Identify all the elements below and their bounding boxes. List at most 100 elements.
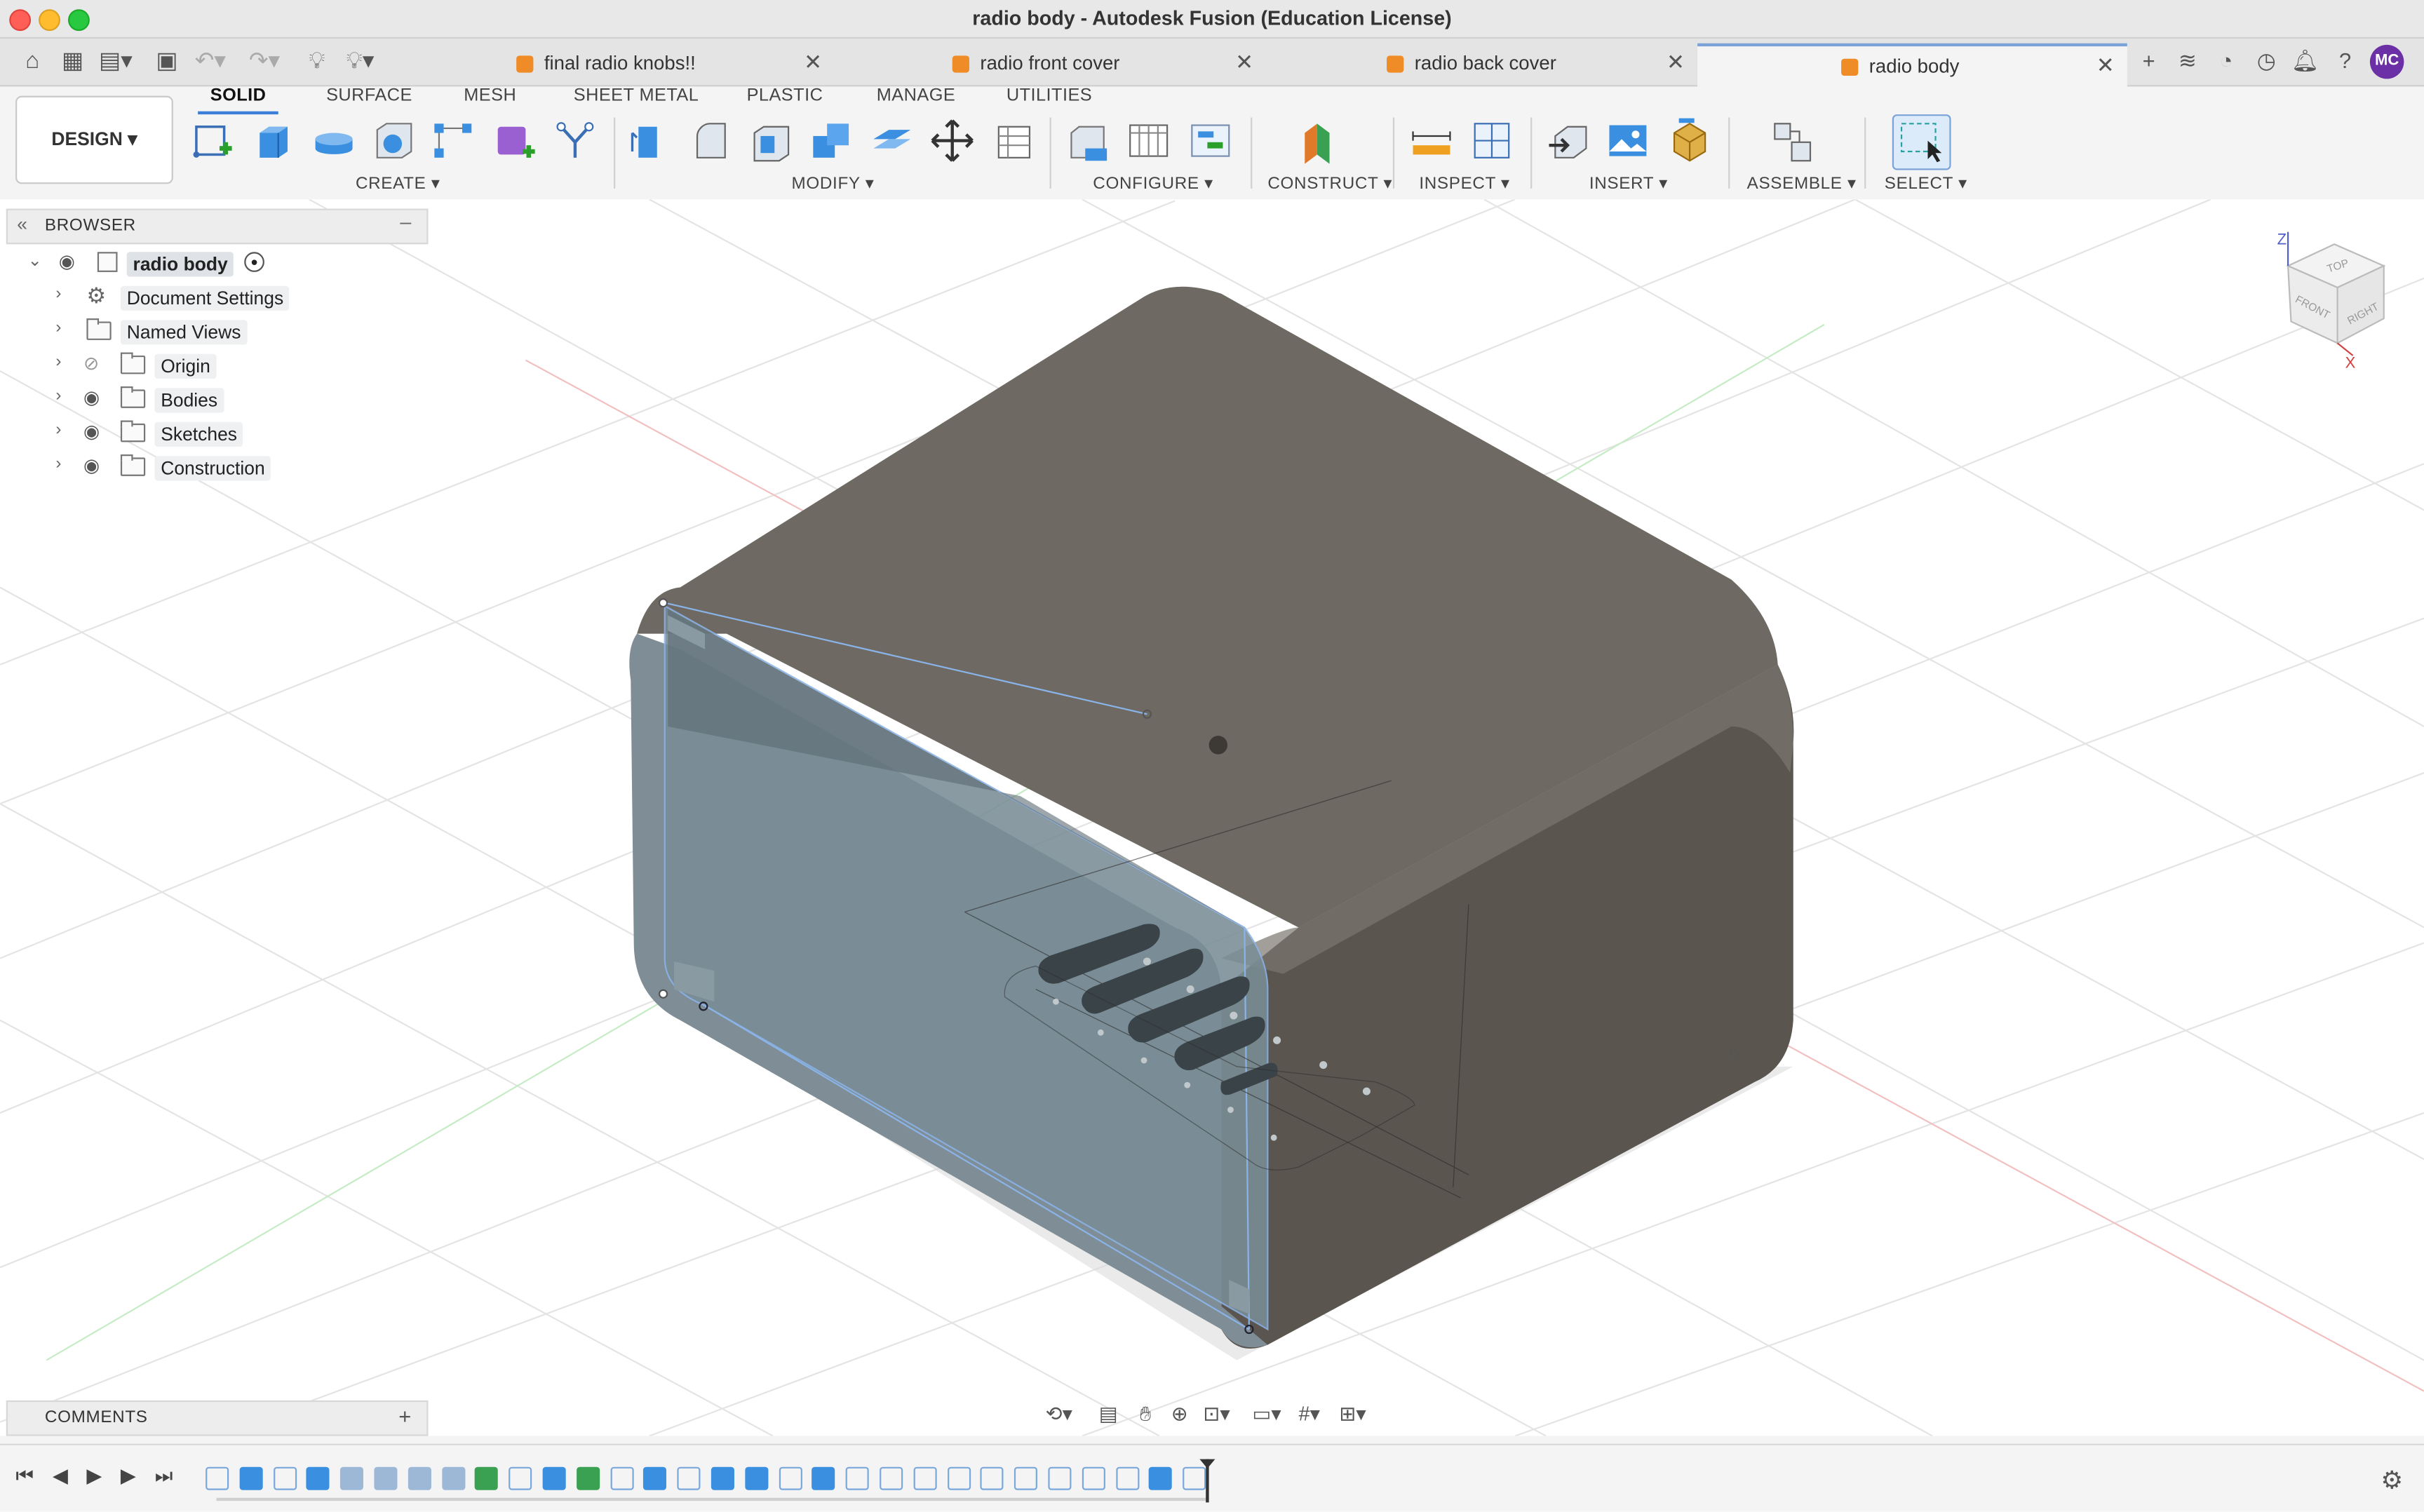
tab-utilities[interactable]: UTILITIES [1006,86,1092,104]
joint-icon[interactable] [1770,118,1817,164]
zoom-icon[interactable]: ⊕ [1166,1402,1194,1426]
timeline-extrude-feature-icon[interactable] [711,1466,734,1490]
timeline-settings-gear-icon[interactable]: ⚙ [2381,1465,2403,1496]
browser-root-item[interactable]: ⌄ ◉ radio body ● [28,248,415,278]
extrude-icon[interactable] [250,118,297,164]
timeline-sketch-feature-icon[interactable] [206,1466,229,1490]
timeline-sketch-feature-icon[interactable] [273,1466,297,1490]
eye-icon[interactable]: ◉ [83,454,100,476]
browser-item-sketches[interactable]: › ◉ Sketches [55,417,411,448]
tab-final-radio-knobs[interactable]: final radio knobs!! ✕ [510,43,835,86]
undo-icon[interactable]: ↶▾ [195,48,226,76]
workspace-switcher-button[interactable]: DESIGN ▾ [15,95,173,184]
timeline-sketch-feature-icon[interactable] [778,1466,802,1490]
tab-mesh[interactable]: MESH [464,86,516,104]
revolve-icon[interactable] [311,118,357,164]
comments-panel[interactable]: COMMENTS + [6,1400,429,1436]
minimize-browser-icon[interactable]: – [400,210,411,234]
tab-sheet-metal[interactable]: SHEET METAL [574,86,699,104]
close-tab-icon[interactable]: ✕ [804,50,822,76]
job-status-icon[interactable]: ◔ [2212,48,2240,72]
timeline-fillet-feature-icon[interactable] [408,1466,431,1490]
lightbulb-icon[interactable]: 💡︎ [302,48,332,76]
timeline-extrude-feature-icon[interactable] [542,1466,566,1490]
timeline-sketch-feature-icon[interactable] [1014,1466,1038,1490]
timeline-fillet-feature-icon[interactable] [441,1466,465,1490]
timeline-sketch-feature-icon[interactable] [1115,1466,1139,1490]
shell-icon[interactable] [748,118,795,164]
configure-menu[interactable]: CONFIGURE ▾ [1093,173,1213,193]
select-menu[interactable]: SELECT ▾ [1885,173,1967,193]
measure-icon[interactable] [1408,118,1455,164]
form-icon[interactable] [552,118,598,164]
step-forward-icon[interactable]: ▶︎ [114,1464,142,1488]
timeline-extrude-feature-icon[interactable] [643,1466,667,1490]
close-tab-icon[interactable]: ✕ [2096,53,2115,79]
user-avatar[interactable]: MC [2369,44,2404,79]
step-back-icon[interactable]: ◀︎ [46,1464,74,1488]
add-comment-icon[interactable]: + [398,1403,411,1428]
configure-table-icon[interactable] [1063,118,1110,164]
create-sketch-icon[interactable] [190,118,236,164]
tab-plastic[interactable]: PLASTIC [747,86,823,104]
save-icon[interactable]: ▣ [152,48,182,76]
tab-manage[interactable]: MANAGE [877,86,956,104]
browser-item-bodies[interactable]: › ◉ Bodies [55,384,411,414]
timeline-plane-feature-icon[interactable] [475,1466,499,1490]
clock-icon[interactable]: ◷ [2252,48,2280,74]
section-analysis-icon[interactable] [1469,118,1515,164]
timeline-sketch-feature-icon[interactable] [846,1466,870,1490]
display-settings-icon[interactable]: ▭▾ [1252,1402,1281,1426]
tab-radio-body[interactable]: radio body ✕ [1697,43,2127,87]
pattern-icon[interactable] [430,118,476,164]
timeline-fillet-feature-icon[interactable] [340,1466,364,1490]
chevron-right-icon[interactable]: › [55,353,61,371]
eye-icon[interactable]: ◉ [59,250,75,272]
inspect-menu[interactable]: INSPECT ▾ [1419,173,1510,193]
offset-face-icon[interactable] [869,118,915,164]
eye-icon[interactable]: ◉ [83,421,100,443]
timeline-sketch-feature-icon[interactable] [880,1466,903,1490]
timeline-fillet-feature-icon[interactable] [374,1466,398,1490]
home-icon[interactable]: ⌂ [17,48,48,76]
chevron-right-icon[interactable]: › [55,318,61,337]
modify-menu[interactable]: MODIFY ▾ [791,173,874,193]
browser-item-document-settings[interactable]: › ⚙ Document Settings [55,281,411,312]
tab-radio-front-cover[interactable]: radio front cover ✕ [946,43,1271,86]
fillet-icon[interactable] [688,118,734,164]
timeline-sketch-feature-icon[interactable] [913,1466,937,1490]
select-window-icon[interactable] [1892,114,1951,170]
move-copy-icon[interactable] [929,118,976,164]
timeline-sketch-feature-icon[interactable] [947,1466,971,1490]
redo-icon[interactable]: ↷▾ [249,48,280,76]
hole-icon[interactable] [371,118,417,164]
insert-canvas-icon[interactable] [1605,118,1651,164]
collapse-browser-icon[interactable]: « [17,213,27,235]
insert-mesh-icon[interactable] [1666,118,1713,164]
chevron-right-icon[interactable]: › [55,386,61,405]
viewports-icon[interactable]: ⊞▾ [1339,1402,1367,1426]
active-component-radio-icon[interactable]: ● [244,252,264,272]
timeline-sketch-feature-icon[interactable] [677,1466,701,1490]
timeline-sketch-feature-icon[interactable] [610,1466,633,1490]
offset-plane-icon[interactable] [1295,118,1342,164]
insert-menu[interactable]: INSERT ▾ [1589,173,1668,193]
notifications-bell-icon[interactable]: 🔔︎ [2291,48,2319,74]
timeline-plane-feature-icon[interactable] [576,1466,600,1490]
insert-derive-icon[interactable] [1546,118,1592,164]
assemble-menu[interactable]: ASSEMBLE ▾ [1747,173,1857,193]
configurations-icon[interactable] [1126,118,1172,164]
go-to-start-icon[interactable]: ⏮︎ [11,1464,39,1488]
new-tab-plus-icon[interactable]: + [2135,48,2163,72]
lightbulb-dropdown-icon[interactable]: 💡︎▾ [345,48,376,76]
browser-item-named-views[interactable]: › Named Views [55,316,411,346]
chevron-right-icon[interactable]: › [55,421,61,439]
extensions-icon[interactable]: ≋ [2174,48,2202,74]
eye-hidden-icon[interactable]: ⊘ [83,353,99,374]
tab-radio-back-cover[interactable]: radio back cover ✕ [1380,43,1705,86]
look-at-icon[interactable]: ▤ [1095,1402,1123,1426]
eye-icon[interactable]: ◉ [83,386,100,408]
play-icon[interactable]: ▶︎ [81,1464,109,1488]
close-tab-icon[interactable]: ✕ [1235,50,1253,76]
close-tab-icon[interactable]: ✕ [1666,50,1685,76]
